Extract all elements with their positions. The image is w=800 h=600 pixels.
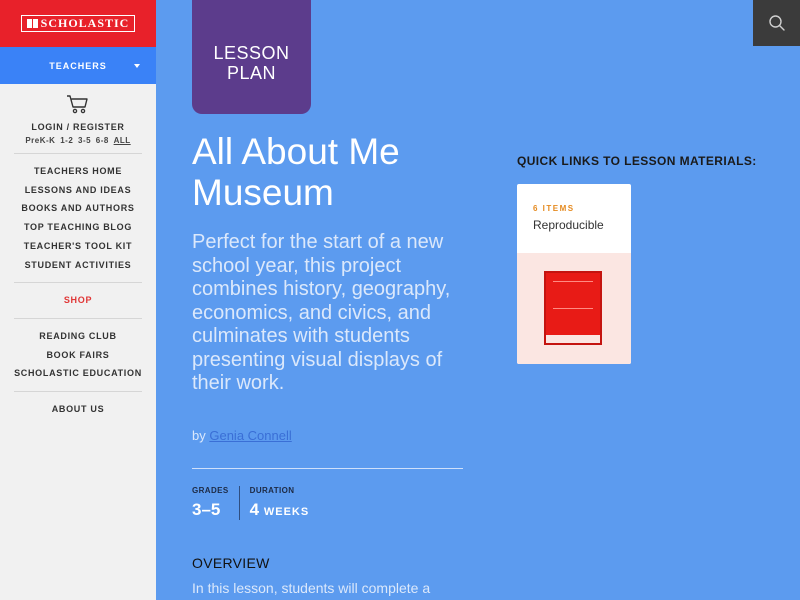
audience-label: TEACHERS xyxy=(49,60,107,71)
grades-label: GRADES xyxy=(192,486,229,495)
author-link[interactable]: Genia Connell xyxy=(209,428,291,443)
grade-link-all[interactable]: ALL xyxy=(114,136,131,145)
search-button[interactable] xyxy=(753,0,800,46)
title-line-2: Museum xyxy=(192,172,334,213)
duration-value: 4 WEEKS xyxy=(250,500,310,520)
nav-group-about: ABOUT US xyxy=(0,400,156,419)
badge-line-2: PLAN xyxy=(226,63,277,83)
divider xyxy=(14,282,142,284)
nav-group-main: TEACHERS HOME LESSONS AND IDEAS BOOKS AN… xyxy=(0,162,156,274)
search-icon xyxy=(768,15,785,31)
card-preview xyxy=(517,253,631,364)
nav-item-teachers-tool-kit[interactable]: TEACHER'S TOOL KIT xyxy=(0,237,156,256)
book-icon xyxy=(26,19,38,28)
logo-bar: SCHOLASTIC xyxy=(0,0,156,47)
grade-filters: PreK-K 1-2 3-5 6-8 ALL xyxy=(0,136,156,145)
page-title: All About Me Museum xyxy=(192,131,492,213)
duration-info: DURATION 4 WEEKS xyxy=(238,486,320,520)
shopping-cart-icon[interactable] xyxy=(66,94,90,114)
grades-value: 3–5 xyxy=(192,500,221,519)
nav-item-scholastic-education[interactable]: SCHOLASTIC EDUCATION xyxy=(0,364,156,383)
byline-prefix: by xyxy=(192,428,206,443)
nav-item-top-teaching-blog[interactable]: TOP TEACHING BLOG xyxy=(0,218,156,237)
nav-item-book-fairs[interactable]: BOOK FAIRS xyxy=(0,346,156,365)
nav-item-student-activities[interactable]: STUDENT ACTIVITIES xyxy=(0,256,156,275)
nav-item-teachers-home[interactable]: TEACHERS HOME xyxy=(0,162,156,181)
nav-item-about-us[interactable]: ABOUT US xyxy=(0,400,156,419)
author-byline: by Genia Connell xyxy=(192,428,292,443)
lesson-meta: GRADES 3–5 DURATION 4 WEEKS xyxy=(192,486,319,520)
nav-item-books-and-authors[interactable]: BOOKS AND AUTHORS xyxy=(0,199,156,218)
card-header: 6 ITEMS Reproducible xyxy=(517,184,631,253)
nav-group-programs: READING CLUB BOOK FAIRS SCHOLASTIC EDUCA… xyxy=(0,327,156,383)
grade-link-6-8[interactable]: 6-8 xyxy=(96,136,109,145)
divider xyxy=(14,153,142,154)
logo-text: SCHOLASTIC xyxy=(40,16,130,30)
overview-heading: OVERVIEW xyxy=(192,555,270,571)
chevron-down-icon xyxy=(134,64,140,68)
nav-item-shop[interactable]: SHOP xyxy=(0,291,156,310)
lesson-description: Perfect for the start of a new school ye… xyxy=(192,231,451,394)
nav-group-shop: SHOP xyxy=(0,291,156,310)
overview-text: In this lesson, students will complete a xyxy=(192,580,431,596)
title-line-1: All About Me xyxy=(192,131,400,172)
grades-info: GRADES 3–5 xyxy=(192,486,239,520)
duration-unit: WEEKS xyxy=(263,506,310,518)
scholastic-logo[interactable]: SCHOLASTIC xyxy=(20,15,136,32)
divider xyxy=(14,317,142,319)
grade-link-3-5[interactable]: 3-5 xyxy=(78,136,91,145)
thumbnail-footer xyxy=(546,335,600,343)
reproducible-card[interactable]: 6 ITEMS Reproducible xyxy=(517,184,631,364)
duration-number: 4 xyxy=(249,500,260,519)
quick-links-heading: QUICK LINKS TO LESSON MATERIALS: xyxy=(517,154,757,168)
divider xyxy=(192,468,463,469)
nav-item-reading-club[interactable]: READING CLUB xyxy=(0,327,156,346)
reproducible-thumbnail xyxy=(544,271,602,345)
sidebar: SCHOLASTIC TEACHERS LOGIN / REGISTER Pre… xyxy=(0,0,156,600)
login-register-link[interactable]: LOGIN / REGISTER xyxy=(0,122,156,132)
duration-label: DURATION xyxy=(249,486,295,495)
card-type-label: Reproducible xyxy=(533,218,604,232)
audience-selector[interactable]: TEACHERS xyxy=(0,47,156,84)
nav-item-lessons-and-ideas[interactable]: LESSONS AND IDEAS xyxy=(0,181,156,200)
lesson-plan-badge: LESSON PLAN xyxy=(192,0,311,114)
thumbnail-lines xyxy=(553,281,593,309)
grade-link-1-2[interactable]: 1-2 xyxy=(60,136,73,145)
divider xyxy=(14,391,142,393)
grade-link-prek-k[interactable]: PreK-K xyxy=(25,136,55,145)
badge-line-1: LESSON xyxy=(213,43,290,63)
card-item-count: 6 ITEMS xyxy=(533,204,575,213)
